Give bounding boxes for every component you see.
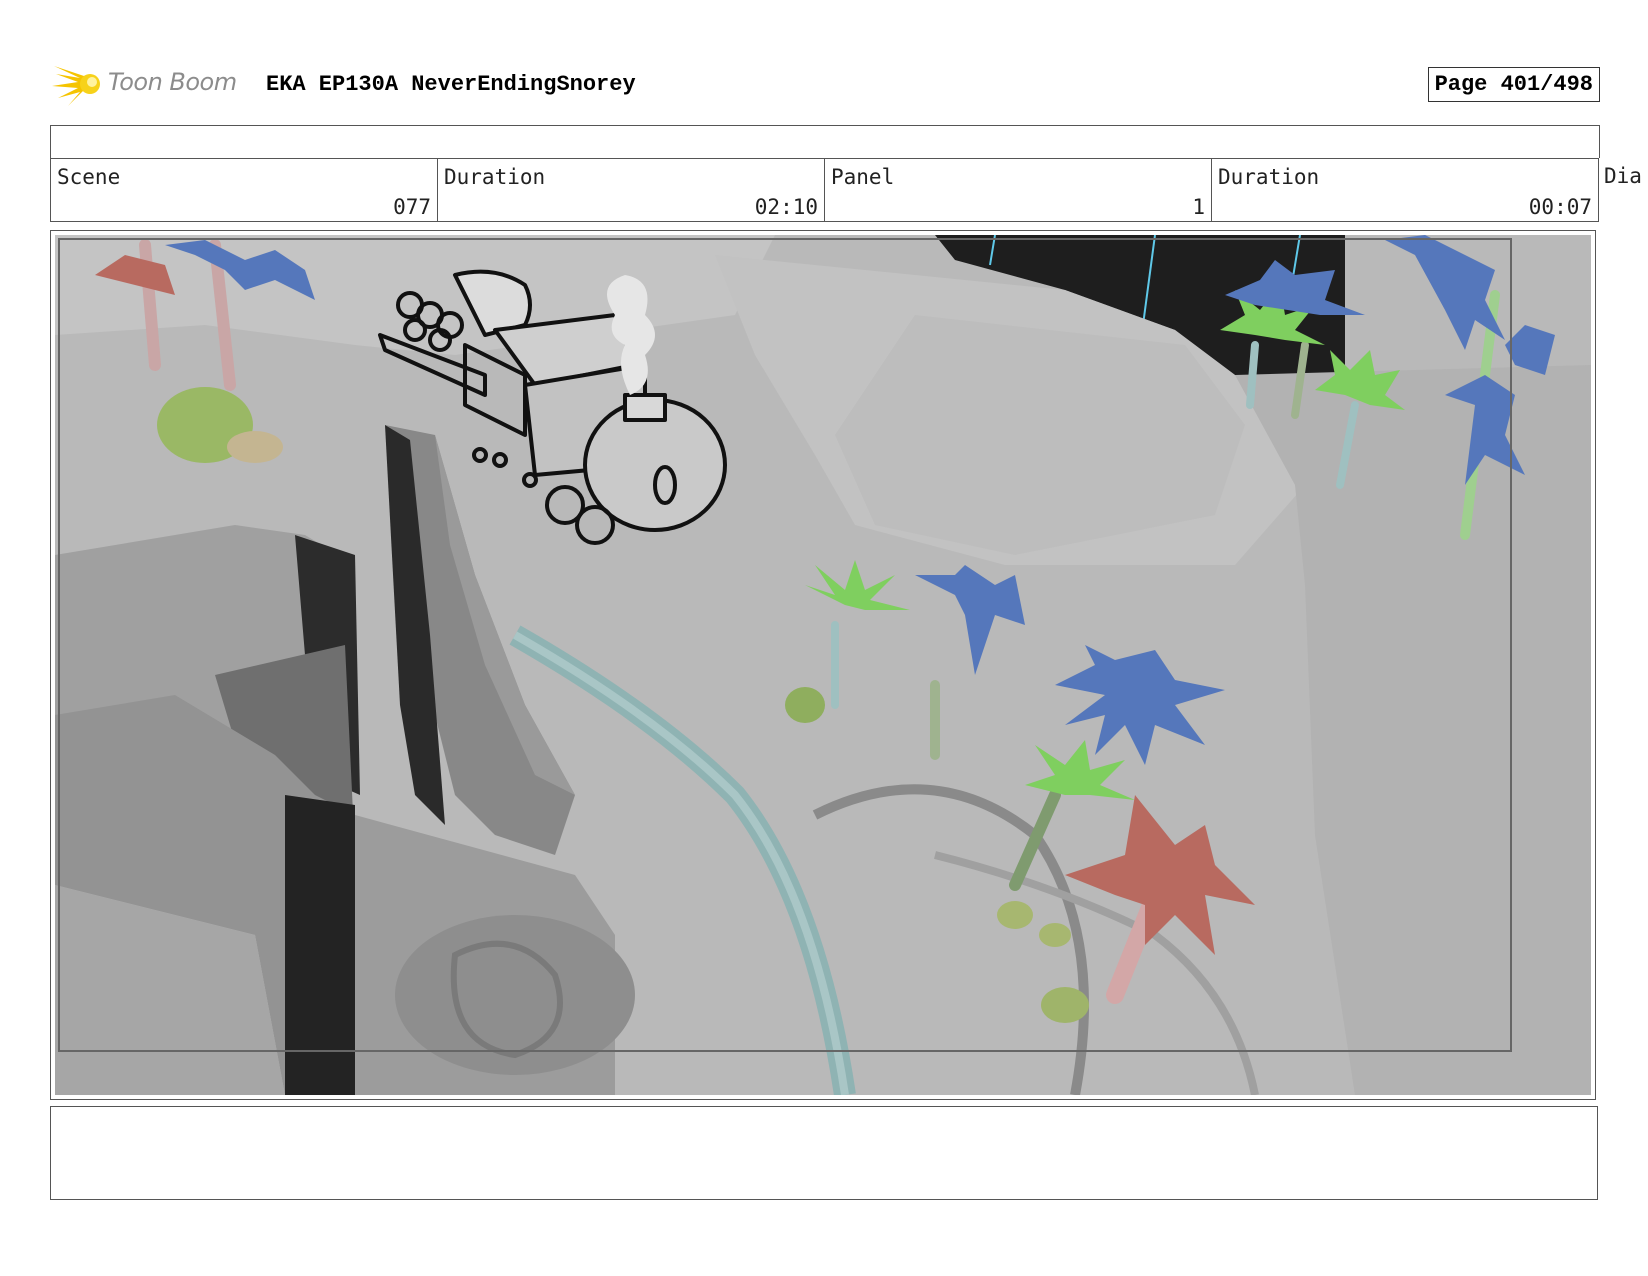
panel-label: Panel [831, 165, 895, 189]
dialogue-label: Dia [1604, 164, 1642, 188]
page-number: Page 401/498 [1427, 67, 1600, 102]
panel-notes-box [50, 1106, 1598, 1200]
scene-duration-value: 02:10 [754, 195, 818, 219]
scene-label: Scene [57, 165, 121, 189]
logo-text: Toon Boom [108, 68, 237, 96]
panel-info-row: Scene 077 Duration 02:10 Panel 1 Duratio… [50, 158, 1648, 224]
panel-duration-label: Duration [1218, 165, 1320, 189]
document-title: EKA EP130A NeverEndingSnorey [266, 72, 636, 97]
storyboard-panel [50, 230, 1596, 1100]
scene-duration-cell: Duration 02:10 [437, 158, 824, 222]
scene-illustration [55, 235, 1591, 1095]
panel-duration-value: 00:07 [1528, 195, 1592, 219]
panel-duration-cell: Duration 00:07 [1211, 158, 1599, 222]
panel-cell: Panel 1 [824, 158, 1211, 222]
panel-value: 1 [1192, 195, 1205, 219]
scene-duration-label: Duration [444, 165, 546, 189]
page-header: Toon Boom EKA EP130A NeverEndingSnorey P… [50, 56, 1600, 108]
toon-boom-starburst-icon [52, 66, 100, 106]
sequence-bar [50, 125, 1600, 158]
scene-cell: Scene 077 [50, 158, 437, 222]
toon-boom-logo: Toon Boom [50, 58, 250, 108]
panel-artwork [55, 235, 1591, 1095]
scene-value: 077 [393, 195, 431, 219]
